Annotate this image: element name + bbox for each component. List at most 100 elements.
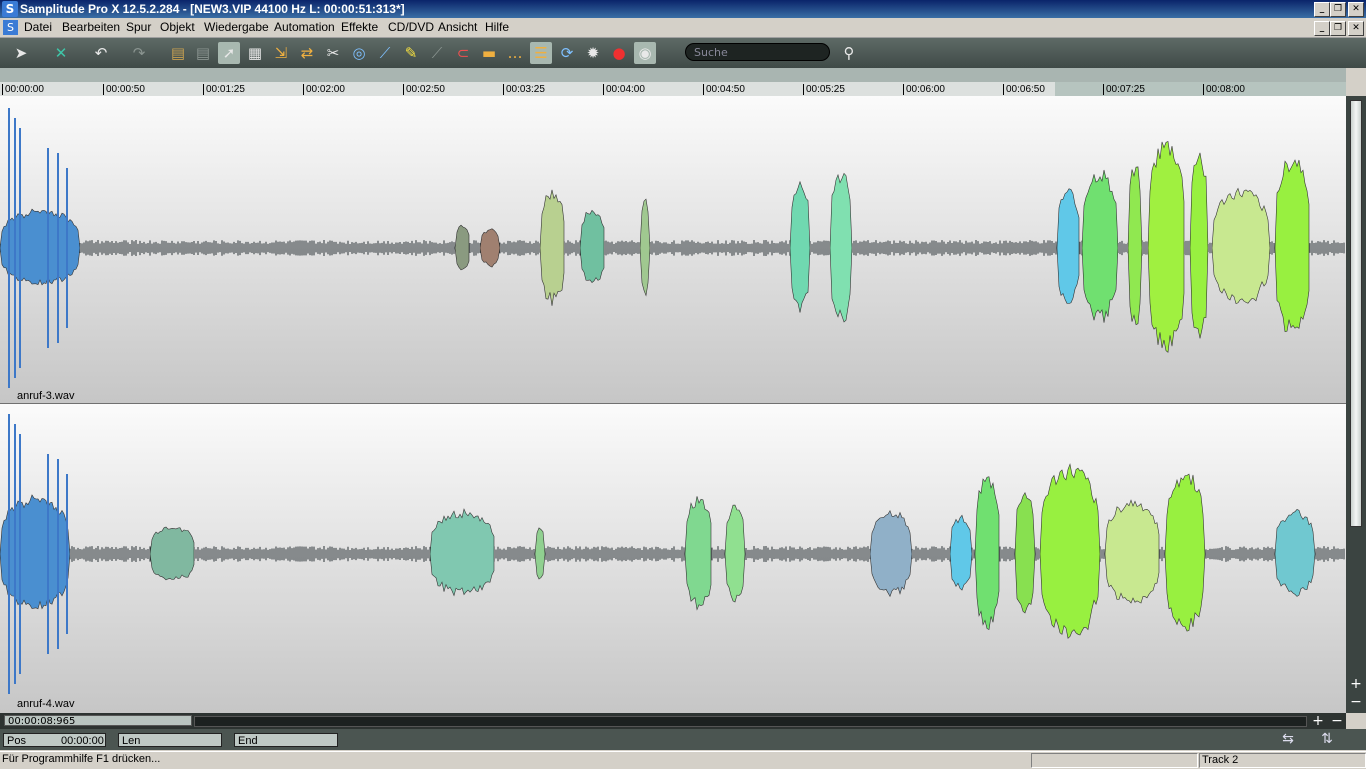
vertical-scroll-thumb[interactable] xyxy=(1350,100,1362,527)
pos-value: 00:00:00 xyxy=(61,735,104,747)
marker-icon[interactable]: … xyxy=(504,42,526,64)
ruler-label: 00:07:25 xyxy=(1103,84,1145,95)
track-name: anruf-4.wav xyxy=(17,698,75,710)
eraser-icon[interactable]: ⟋ xyxy=(426,42,448,64)
waveform-segment xyxy=(684,496,712,611)
menu-wiedergabe[interactable]: Wiedergabe xyxy=(204,20,269,34)
waveform-segment xyxy=(1014,491,1036,614)
waveform-segment xyxy=(429,508,495,597)
track-name: anruf-3.wav xyxy=(17,390,75,402)
waveform-segment xyxy=(1147,140,1185,353)
ruler-top-bar[interactable] xyxy=(0,68,1346,82)
menu-objekt[interactable]: Objekt xyxy=(160,20,195,34)
waveform-segment xyxy=(579,209,605,284)
zoom-in-vertical-icon[interactable]: + xyxy=(1347,676,1365,692)
waveform-track-2[interactable] xyxy=(0,404,1346,713)
minimize-button[interactable]: _ xyxy=(1314,2,1330,17)
horizontal-scroll-track[interactable] xyxy=(194,716,1307,727)
status-track: Track 2 xyxy=(1199,753,1366,768)
cross-tool-icon[interactable]: ✕ xyxy=(50,42,72,64)
ruler-label: 00:06:50 xyxy=(1003,84,1045,95)
waveform-segment xyxy=(534,527,546,580)
redo-icon[interactable]: ↷ xyxy=(128,42,150,64)
grid-icon[interactable]: ▦ xyxy=(244,42,266,64)
pencil-icon[interactable]: ✎ xyxy=(400,42,422,64)
cut-icon[interactable]: ✂ xyxy=(322,42,344,64)
waveform-segment xyxy=(829,172,853,323)
settings-icon[interactable]: ✹ xyxy=(582,42,604,64)
pointer-icon[interactable]: ➤ xyxy=(10,42,32,64)
overlay-icon[interactable]: ☰ xyxy=(530,42,552,64)
undo-icon[interactable]: ↶ xyxy=(90,42,112,64)
ruler-label: 00:06:00 xyxy=(903,84,945,95)
ruler-label: 00:01:25 xyxy=(203,84,245,95)
doc-restore-button[interactable]: ❐ xyxy=(1330,21,1346,36)
zoom-out-horizontal-icon[interactable]: − xyxy=(1328,713,1346,729)
pos-field[interactable]: Pos 00:00:00 xyxy=(3,733,106,747)
restore-button[interactable]: ❐ xyxy=(1330,2,1346,17)
menu-effekte[interactable]: Effekte xyxy=(341,20,378,34)
waveform-segment xyxy=(789,180,811,313)
object-icon[interactable]: ⇄ xyxy=(296,42,318,64)
menu-datei[interactable]: Datei xyxy=(24,20,52,34)
menu-ansicht[interactable]: Ansicht xyxy=(438,20,477,34)
waveform-segment xyxy=(869,509,913,598)
title-bar: S Samplitude Pro X 12.5.2.284 - [NEW3.VI… xyxy=(0,0,1366,18)
position-bar: Pos 00:00:00 Len End ⇆ ⇅ xyxy=(0,729,1366,750)
menu-bar: S Datei Bearbeiten Spur Objekt Wiedergab… xyxy=(0,18,1366,38)
menu-bearbeiten[interactable]: Bearbeiten xyxy=(62,20,120,34)
ruler-selection[interactable] xyxy=(1055,82,1346,96)
ruler-label: 00:02:00 xyxy=(303,84,345,95)
waveform-segment xyxy=(949,514,973,591)
snap-icon[interactable]: ▬ xyxy=(478,42,500,64)
zoom-out-vertical-icon[interactable]: − xyxy=(1347,694,1365,710)
doc-minimize-button[interactable]: _ xyxy=(1314,21,1330,36)
waveform-segment xyxy=(974,476,1000,631)
zoom-icon[interactable]: ◎ xyxy=(348,42,370,64)
vertical-scrollbar[interactable]: + − xyxy=(1346,96,1366,713)
waveform-segment xyxy=(1211,187,1271,305)
menu-hilfe[interactable]: Hilfe xyxy=(485,20,509,34)
search-input[interactable]: Suche xyxy=(685,43,830,61)
track-icon[interactable]: ▤ xyxy=(167,42,189,64)
ruler-label: 00:00:50 xyxy=(103,84,145,95)
menu-automation[interactable]: Automation xyxy=(274,20,335,34)
len-field[interactable]: Len xyxy=(118,733,222,747)
zoom-in-horizontal-icon[interactable]: + xyxy=(1309,713,1327,729)
document-icon[interactable]: S xyxy=(3,20,18,35)
record-icon[interactable]: ● xyxy=(608,42,630,64)
audio-track-2[interactable]: anruf-4.wav xyxy=(0,404,1346,714)
range-icon[interactable]: ⇲ xyxy=(270,42,292,64)
search-icon[interactable]: ⚲ xyxy=(838,42,860,64)
waveform-segment xyxy=(1189,152,1209,339)
monitor-icon[interactable]: ◉ xyxy=(634,42,656,64)
waveform-segment xyxy=(0,494,71,610)
horizontal-scroll-thumb[interactable]: 00:00:08:965 xyxy=(4,715,192,727)
waveform-segment xyxy=(454,224,470,271)
waveform-segment xyxy=(1127,166,1143,326)
waveform-segment xyxy=(1081,169,1119,323)
end-field[interactable]: End xyxy=(234,733,338,747)
menu-cd-dvd[interactable]: CD/DVD xyxy=(388,20,434,34)
horizontal-scrollbar[interactable]: 00:00:08:965 + − xyxy=(0,713,1346,729)
audio-track-1[interactable]: anruf-3.wav xyxy=(0,96,1346,404)
status-bar: Für Programmhilfe F1 drücken... Track 2 xyxy=(0,751,1366,769)
waveform-segment xyxy=(1274,159,1310,333)
curve-icon[interactable]: ⟋ xyxy=(374,42,396,64)
track-list-icon[interactable]: ▤ xyxy=(192,42,214,64)
ruler-label: 00:05:25 xyxy=(803,84,845,95)
vertical-fit-icon[interactable]: ⇅ xyxy=(1318,731,1336,747)
loop-icon[interactable]: ⟳ xyxy=(556,42,578,64)
close-button[interactable]: ✕ xyxy=(1348,2,1364,17)
waveform-track-1[interactable] xyxy=(0,96,1346,403)
select-icon[interactable]: ➚ xyxy=(218,42,240,64)
menu-spur[interactable]: Spur xyxy=(126,20,151,34)
waveform-segment xyxy=(539,189,565,306)
magnet-icon[interactable]: ⊂ xyxy=(452,42,474,64)
ruler-label: 00:08:00 xyxy=(1203,84,1245,95)
doc-close-button[interactable]: ✕ xyxy=(1348,21,1364,36)
ruler-label: 00:02:50 xyxy=(403,84,445,95)
waveform-segment xyxy=(639,198,651,297)
ruler-label: 00:04:50 xyxy=(703,84,745,95)
horizontal-fit-icon[interactable]: ⇆ xyxy=(1279,731,1297,747)
